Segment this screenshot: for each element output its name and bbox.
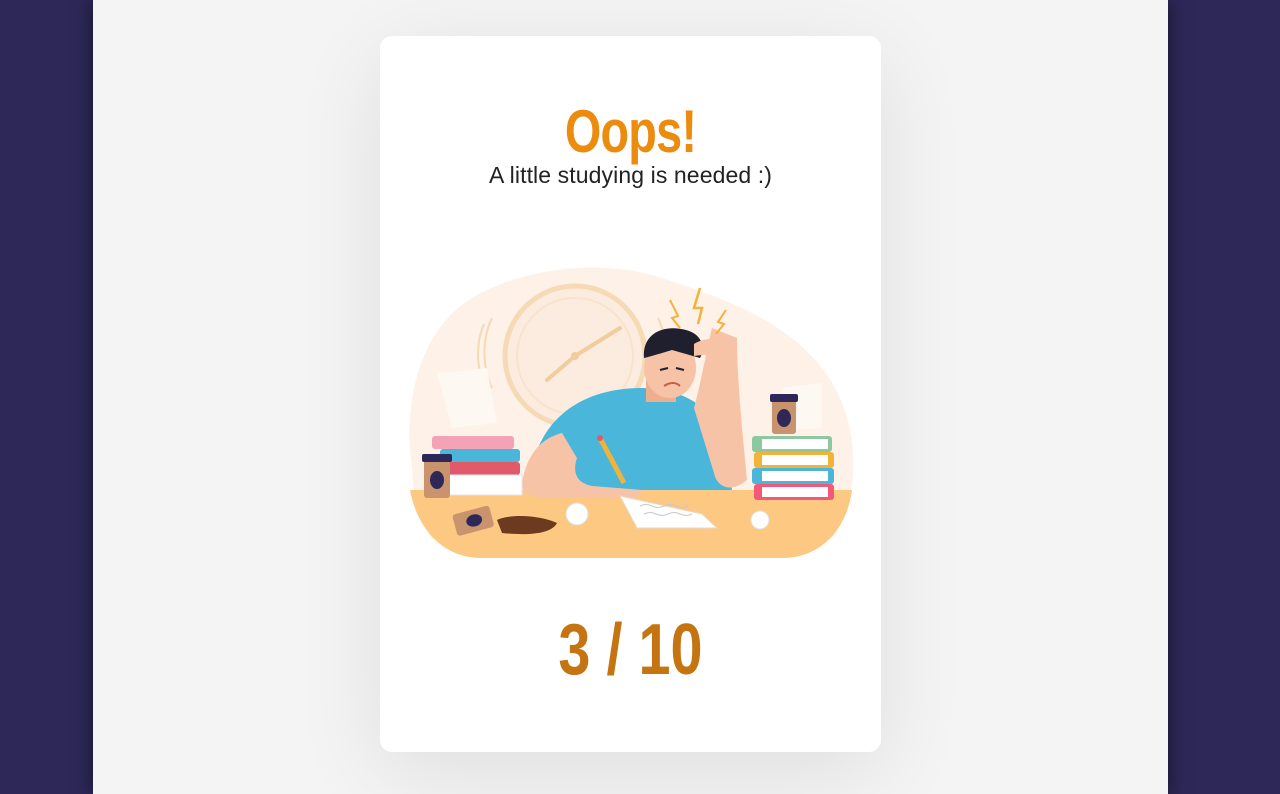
result-message: A little studying is needed :) <box>489 162 772 188</box>
result-card: Oops! A little studying is needed :) 3 /… <box>380 36 881 752</box>
stressed-student-illustration <box>409 267 854 558</box>
page-panel: Oops! A little studying is needed :) 3 /… <box>93 0 1168 794</box>
score-display: 3 / 10 <box>558 610 703 690</box>
result-title: Oops! <box>564 98 697 165</box>
